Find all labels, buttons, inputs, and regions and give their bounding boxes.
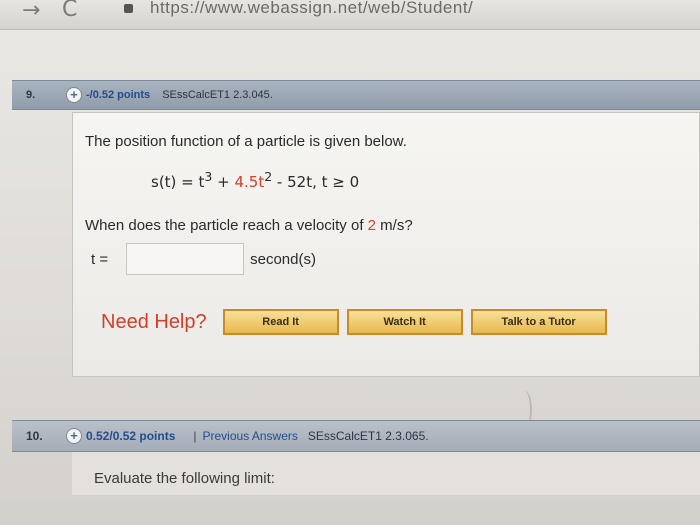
answer-unit: second(s): [250, 250, 316, 268]
arrow-right-icon[interactable]: →: [22, 0, 40, 23]
velocity-question-post: m/s?: [376, 217, 413, 234]
help-row: Need Help? Read It Watch It Talk to a Tu…: [101, 309, 615, 335]
talk-to-tutor-button[interactable]: Talk to a Tutor: [470, 309, 607, 335]
course-code: SEssCalcET1 2.3.065.: [307, 429, 429, 443]
answer-input[interactable]: [126, 243, 245, 275]
velocity-question: When does the particle reach a velocity …: [85, 217, 413, 234]
watch-it-button[interactable]: Watch It: [346, 309, 463, 335]
question-prompt: Evaluate the following limit:: [94, 470, 275, 487]
velocity-question-pre: When does the particle reach a velocity …: [85, 217, 368, 234]
address-bar[interactable]: https://www.webassign.net/web/Student/: [150, 0, 473, 18]
previous-answers-link[interactable]: Previous Answers: [203, 429, 298, 443]
formula-exp2: 2: [264, 169, 273, 184]
separator: |: [193, 429, 197, 443]
formula-plus: +: [212, 173, 235, 191]
question-prompt: The position function of a particle is g…: [85, 133, 407, 150]
points-label: 0.52/0.52 points: [86, 429, 176, 443]
reload-icon[interactable]: C: [62, 0, 77, 22]
formula-rest: - 52t, t ≥ 0: [272, 173, 360, 191]
read-it-button[interactable]: Read It: [222, 309, 339, 335]
question-10-header: 10. + 0.52/0.52 points | Previous Answer…: [12, 420, 700, 452]
position-formula: s(t) = t3 + 4.5t2 - 52t, t ≥ 0: [151, 169, 359, 191]
need-help-label: Need Help?: [101, 310, 207, 333]
formula-lhs: s(t) = t: [151, 173, 205, 191]
answer-label: t =: [91, 250, 109, 268]
browser-toolbar: → C https://www.webassign.net/web/Studen…: [0, 0, 700, 30]
answer-row: t = second(s): [91, 243, 316, 275]
points-label: -/0.52 points: [86, 89, 151, 101]
formula-coefficient: 4.5: [234, 173, 259, 191]
lock-icon: [124, 4, 133, 13]
question-10-body: Evaluate the following limit:: [72, 452, 700, 495]
expand-plus-icon[interactable]: +: [66, 87, 82, 103]
question-number: 10.: [26, 429, 43, 443]
velocity-value: 2: [367, 217, 376, 234]
course-code: SEssCalcET1 2.3.045.: [162, 89, 273, 101]
question-number: 9.: [26, 89, 36, 101]
question-9-body: The position function of a particle is g…: [72, 112, 700, 377]
question-9-header: 9. + -/0.52 points SEssCalcET1 2.3.045.: [12, 80, 700, 110]
expand-plus-icon[interactable]: +: [66, 428, 82, 444]
